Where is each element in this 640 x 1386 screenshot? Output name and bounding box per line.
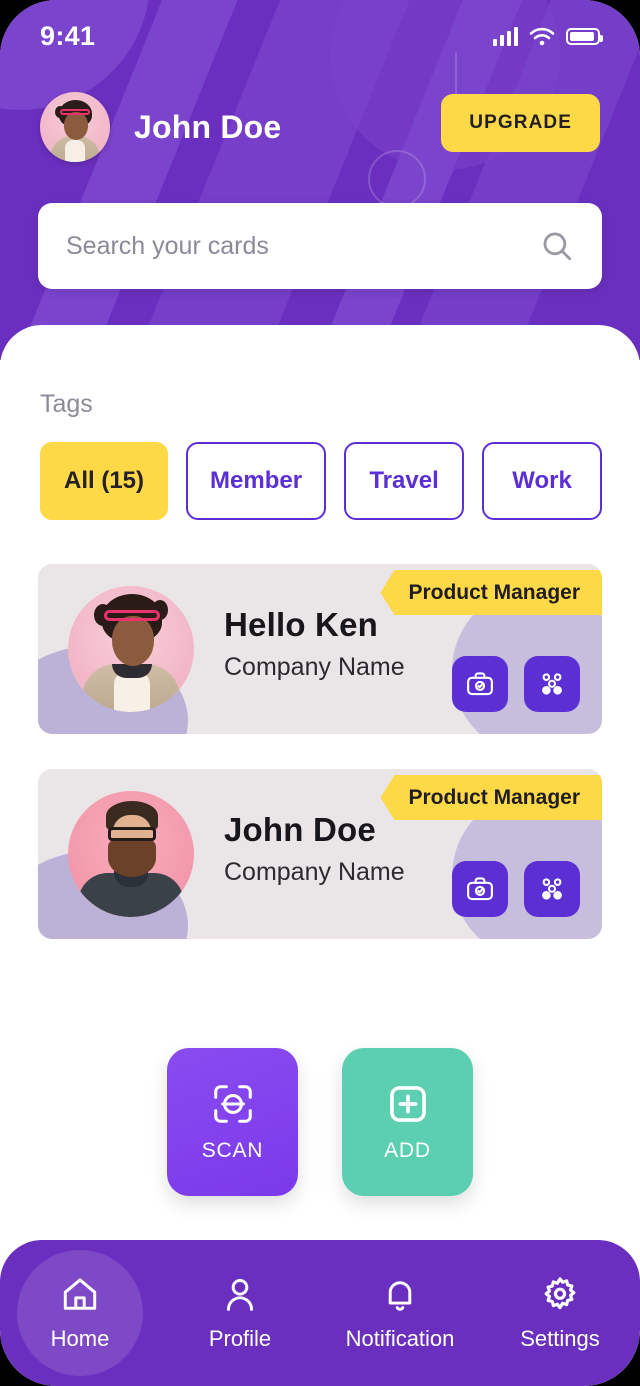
- scan-button[interactable]: SCAN: [167, 1048, 298, 1196]
- battery-icon: [566, 27, 603, 45]
- contact-avatar: [68, 791, 194, 917]
- tag-chip-all[interactable]: All (15): [40, 442, 169, 520]
- person-icon: [226, 1278, 254, 1311]
- add-label: ADD: [384, 1139, 431, 1162]
- nav-item-settings[interactable]: Settings: [480, 1240, 640, 1386]
- contact-company: Company Name: [224, 653, 405, 681]
- contact-company: Company Name: [224, 858, 405, 886]
- contact-card-list: Hello Ken Company Name Product Manager J…: [38, 564, 602, 974]
- upgrade-button[interactable]: UPGRADE: [441, 94, 600, 152]
- bell-icon: [388, 1281, 412, 1311]
- profile-row: John Doe UPGRADE: [40, 92, 600, 162]
- status-bar: 9:41: [0, 0, 640, 72]
- contact-avatar: [68, 586, 194, 712]
- nav-label-home: Home: [50, 1326, 110, 1351]
- briefcase-check-icon[interactable]: [452, 656, 508, 712]
- status-time: 9:41: [40, 20, 96, 51]
- nav-label-settings: Settings: [520, 1326, 600, 1351]
- group-network-icon[interactable]: [524, 656, 580, 712]
- role-ribbon: Product Manager: [380, 570, 602, 615]
- status-icons: [493, 26, 603, 46]
- tags-section-title: Tags: [40, 390, 93, 418]
- nav-item-profile[interactable]: Profile: [160, 1240, 320, 1386]
- contact-card[interactable]: Hello Ken Company Name Product Manager: [38, 564, 602, 734]
- home-icon: [63, 1278, 97, 1310]
- scan-frame-icon: [213, 1085, 252, 1123]
- contact-name: Hello Ken: [224, 606, 378, 643]
- card-action-group: [452, 656, 580, 712]
- contact-name: John Doe: [224, 811, 376, 848]
- tag-chip-member[interactable]: Member: [186, 442, 327, 520]
- add-button[interactable]: ADD: [342, 1048, 473, 1196]
- bottom-navigation: Home Profile Notification Settings: [0, 1240, 640, 1386]
- briefcase-check-icon[interactable]: [452, 861, 508, 917]
- tag-filter-list: All (15) Member Travel Work: [40, 442, 603, 520]
- avatar[interactable]: [40, 92, 110, 162]
- phone-screen: 9:41 John Doe UPGRADE Tags A: [0, 0, 640, 1386]
- quick-action-bar: SCAN ADD CARDS: [0, 1048, 640, 1386]
- card-action-group: [452, 861, 580, 917]
- tag-chip-work[interactable]: Work: [482, 442, 603, 520]
- search-input[interactable]: [66, 231, 540, 261]
- search-bar[interactable]: [38, 203, 602, 289]
- nav-item-home[interactable]: Home: [0, 1240, 160, 1386]
- page-title: John Doe: [134, 108, 282, 145]
- nav-label-profile: Profile: [208, 1326, 272, 1351]
- gear-icon: [544, 1277, 576, 1310]
- plus-square-icon: [389, 1086, 426, 1122]
- signal-bars-icon: [493, 26, 518, 46]
- nav-item-notification[interactable]: Notification: [320, 1240, 480, 1386]
- nav-label-notification: Notification: [345, 1326, 455, 1351]
- tag-chip-travel[interactable]: Travel: [344, 442, 465, 520]
- wifi-icon: [529, 27, 555, 45]
- group-network-icon[interactable]: [524, 861, 580, 917]
- role-ribbon: Product Manager: [380, 775, 602, 820]
- search-icon[interactable]: [540, 229, 574, 263]
- contact-card[interactable]: John Doe Company Name Product Manager: [38, 769, 602, 939]
- scan-label: SCAN: [201, 1139, 264, 1162]
